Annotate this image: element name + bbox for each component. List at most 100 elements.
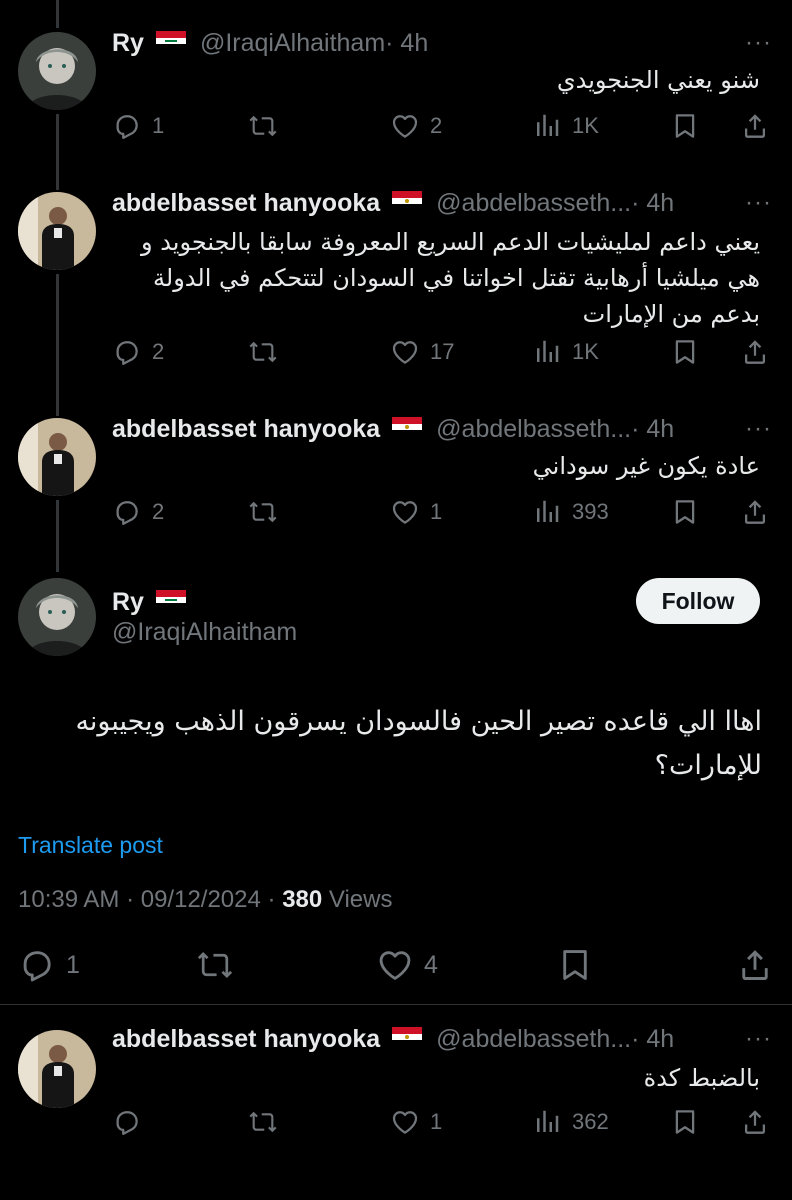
iraq-flag-icon [155, 589, 186, 615]
action-bar: 2 17 1K [112, 332, 772, 372]
like-button[interactable]: 17 [390, 332, 454, 372]
repost-icon [248, 111, 278, 141]
main-display-name[interactable]: Ry [112, 588, 144, 617]
views-icon [532, 497, 562, 527]
handle[interactable]: @abdelbasseth... [436, 1025, 631, 1054]
tweet-text: شنو يعني الجنجويدي [556, 66, 760, 94]
share-icon [736, 946, 774, 984]
avatar[interactable] [18, 32, 96, 110]
avatar[interactable] [18, 192, 96, 270]
like-button[interactable]: 4 [376, 945, 438, 985]
repost-icon [248, 1107, 278, 1137]
bookmark-button[interactable] [670, 106, 700, 146]
egypt-flag-icon [392, 190, 423, 216]
reply-button[interactable]: 2 [112, 492, 164, 532]
tweet-header: abdelbasset hanyooka @abdelbasseth... · … [112, 414, 772, 444]
translate-post-link[interactable]: Translate post [18, 832, 163, 859]
like-icon [390, 1107, 420, 1137]
more-icon[interactable]: ··· [745, 188, 772, 218]
more-icon[interactable]: ··· [745, 414, 772, 444]
repost-button[interactable] [248, 332, 288, 372]
avatar[interactable] [18, 1030, 96, 1108]
like-button[interactable]: 2 [390, 106, 442, 146]
reply-icon [112, 337, 142, 367]
reply-button[interactable]: 1 [18, 945, 80, 985]
bookmark-icon [556, 946, 594, 984]
main-tweet-text: اهاا الي قاعده تصير الحين فالسودان يسرقو… [75, 706, 762, 781]
repost-button[interactable] [196, 945, 244, 985]
views-button[interactable]: 1K [532, 106, 599, 146]
share-button[interactable] [740, 106, 770, 146]
iraq-flag-icon [155, 30, 186, 56]
views-count: 1K [572, 113, 599, 138]
action-bar: 1 2 1K [112, 106, 772, 146]
share-button[interactable] [736, 945, 774, 985]
reply-count: 2 [152, 499, 165, 524]
post-time[interactable]: · 4h [631, 189, 674, 218]
bookmark-button[interactable] [670, 492, 700, 532]
display-name[interactable]: abdelbasset hanyooka [112, 415, 380, 444]
egypt-flag-icon [392, 416, 423, 442]
action-bar: 2 1 393 [112, 492, 772, 532]
like-icon [390, 111, 420, 141]
reply-button[interactable]: 1 [112, 106, 164, 146]
views-button[interactable]: 393 [532, 492, 609, 532]
repost-button[interactable] [248, 106, 288, 146]
main-avatar[interactable] [18, 578, 96, 656]
like-icon [390, 337, 420, 367]
share-button[interactable] [740, 332, 770, 372]
views-icon [532, 111, 562, 141]
reply-count: 1 [66, 950, 80, 979]
share-button[interactable] [740, 492, 770, 532]
views-count: 380 [282, 886, 323, 913]
repost-icon [248, 497, 278, 527]
post-time[interactable]: · 4h [385, 29, 428, 58]
reply-button[interactable]: 2 [112, 332, 164, 372]
reply-icon [112, 1107, 142, 1137]
reply-tweet[interactable]: abdelbasset hanyooka @abdelbasseth... · … [0, 1004, 792, 1200]
main-handle[interactable]: @IraqiAlhaitham [112, 618, 297, 647]
like-button[interactable]: 1 [390, 1102, 442, 1142]
like-icon [376, 946, 414, 984]
reply-count: 2 [152, 339, 165, 364]
more-icon[interactable]: ··· [745, 28, 772, 58]
reply-tweet[interactable]: Ry @IraqiAlhaitham · 4h ··· شنو يعني الج… [0, 0, 792, 160]
bookmark-button[interactable] [556, 945, 594, 985]
views-count: 1K [572, 339, 599, 364]
views-icon [532, 337, 562, 367]
action-bar: 1 362 [112, 1102, 772, 1142]
avatar[interactable] [18, 418, 96, 496]
repost-button[interactable] [248, 1102, 288, 1142]
tweet-text: يعني داعم لمليشيات الدعم السريع المعروفة… [140, 228, 760, 328]
reply-tweet[interactable]: abdelbasset hanyooka @abdelbasseth... · … [0, 160, 792, 390]
handle[interactable]: @IraqiAlhaitham [200, 29, 385, 58]
handle[interactable]: @abdelbasseth... [436, 189, 631, 218]
share-button[interactable] [740, 1102, 770, 1142]
bookmark-icon [670, 337, 700, 367]
repost-button[interactable] [248, 492, 288, 532]
post-meta: 10:39 AM · 09/12/2024 · 380 Views [18, 886, 393, 914]
tweet-text: عادة يكون غير سوداني [532, 452, 760, 480]
main-author: Ry [112, 586, 200, 618]
post-time[interactable]: · 4h [631, 1025, 674, 1054]
like-button[interactable]: 1 [390, 492, 442, 532]
post-time[interactable]: · 4h [631, 415, 674, 444]
reply-icon [112, 111, 142, 141]
like-count: 1 [430, 1109, 443, 1134]
reply-tweet[interactable]: abdelbasset hanyooka @abdelbasseth... · … [0, 388, 792, 558]
post-timestamp[interactable]: 10:39 AM · 09/12/2024 · [18, 886, 282, 913]
bookmark-button[interactable] [670, 332, 700, 372]
reply-button[interactable] [112, 1102, 152, 1142]
display-name[interactable]: Ry [112, 29, 144, 58]
bookmark-button[interactable] [670, 1102, 700, 1142]
main-action-bar: 1 4 [18, 945, 772, 985]
views-button[interactable]: 362 [532, 1102, 609, 1142]
handle[interactable]: @abdelbasseth... [436, 415, 631, 444]
more-icon[interactable]: ··· [745, 1024, 772, 1054]
tweet-header: abdelbasset hanyooka @abdelbasseth... · … [112, 188, 772, 218]
display-name[interactable]: abdelbasset hanyooka [112, 1025, 380, 1054]
views-button[interactable]: 1K [532, 332, 599, 372]
views-count: 362 [572, 1109, 609, 1134]
display-name[interactable]: abdelbasset hanyooka [112, 189, 380, 218]
follow-button[interactable]: Follow [636, 578, 760, 624]
